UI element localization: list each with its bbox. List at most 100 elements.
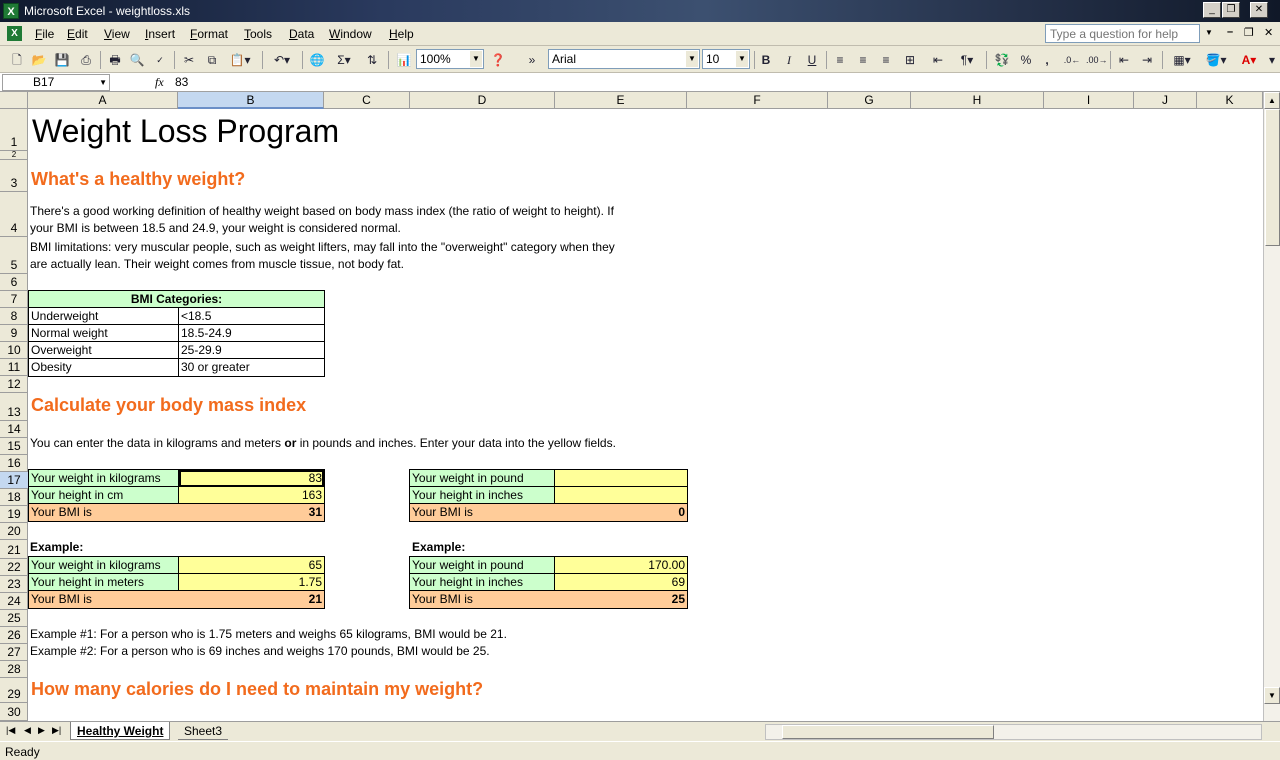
row-header[interactable]: 1 bbox=[0, 109, 28, 151]
example-bmi-value[interactable]: 25 bbox=[555, 591, 687, 608]
name-box[interactable]: B17 ▼ bbox=[2, 74, 110, 91]
example-bmi-value[interactable]: 21 bbox=[179, 591, 324, 608]
copy-icon[interactable]: ⧉ bbox=[203, 50, 221, 70]
example-weight-lb-label[interactable]: Your weight in pound bbox=[410, 557, 555, 574]
menu-tools[interactable]: Tools bbox=[244, 27, 272, 41]
sort-ascending-icon[interactable]: ⇅ bbox=[362, 50, 382, 70]
comma-style-icon[interactable]: , bbox=[1040, 50, 1054, 70]
column-header-d[interactable]: D bbox=[410, 92, 555, 109]
row-header[interactable]: 12 bbox=[0, 376, 28, 393]
paragraph-bmi-definition-2[interactable]: your BMI is between 18.5 and 24.9, your … bbox=[30, 221, 401, 235]
bmi-range-cell[interactable]: 30 or greater bbox=[179, 359, 324, 376]
example-height-m-label[interactable]: Your height in meters bbox=[29, 574, 179, 591]
save-icon[interactable]: 💾 bbox=[53, 50, 71, 70]
excel-app-icon[interactable]: X bbox=[3, 3, 19, 19]
row-header[interactable]: 7 bbox=[0, 291, 28, 308]
bmi-range-cell[interactable]: 25-29.9 bbox=[179, 342, 324, 359]
example-bmi-label[interactable]: Your BMI is bbox=[29, 591, 179, 608]
bmi-range-cell[interactable]: 18.5-24.9 bbox=[179, 325, 324, 342]
minimize-button[interactable]: _ bbox=[1203, 2, 1221, 18]
weight-lb-input[interactable] bbox=[555, 470, 687, 487]
height-in-label[interactable]: Your height in inches bbox=[410, 487, 555, 504]
align-left-icon[interactable]: ≡ bbox=[832, 50, 848, 70]
row-header[interactable]: 25 bbox=[0, 610, 28, 627]
bmi-result-value[interactable]: 31 bbox=[179, 504, 324, 521]
example-height-m-value[interactable]: 1.75 bbox=[179, 574, 324, 591]
bmi-result-value[interactable]: 0 bbox=[555, 504, 687, 521]
workbook-icon[interactable]: X bbox=[7, 26, 22, 41]
chevron-down-icon[interactable]: ▼ bbox=[686, 51, 698, 67]
row-header[interactable]: 11 bbox=[0, 359, 28, 376]
column-header-j[interactable]: J bbox=[1134, 92, 1197, 109]
column-header-f[interactable]: F bbox=[687, 92, 828, 109]
scroll-down-icon[interactable]: ▼ bbox=[1264, 687, 1280, 704]
column-header-g[interactable]: G bbox=[828, 92, 911, 109]
row-header[interactable]: 3 bbox=[0, 160, 28, 192]
decrease-indent-icon[interactable]: ⇤ bbox=[1115, 50, 1133, 70]
example-2-text[interactable]: Example #2: For a person who is 69 inche… bbox=[30, 644, 490, 658]
heading-calculate-bmi[interactable]: Calculate your body mass index bbox=[31, 395, 306, 416]
row-header[interactable]: 24 bbox=[0, 593, 28, 610]
percent-icon[interactable]: % bbox=[1017, 50, 1035, 70]
new-icon[interactable]: 🗋 bbox=[8, 50, 26, 70]
vertical-scroll-thumb[interactable] bbox=[1265, 109, 1280, 246]
row-header[interactable]: 13 bbox=[0, 393, 28, 421]
example-label[interactable]: Example: bbox=[412, 540, 465, 554]
increase-decimal-icon[interactable]: .0← bbox=[1062, 50, 1082, 70]
column-header-c[interactable]: C bbox=[324, 92, 410, 109]
doc-restore-icon[interactable]: ❐ bbox=[1244, 26, 1254, 39]
row-header[interactable]: 2 bbox=[0, 150, 28, 160]
toolbar-options-icon[interactable]: » bbox=[526, 50, 538, 70]
worksheet[interactable]: 1 2 3 4 5 6 7 8 9 10 11 12 13 14 15 16 1… bbox=[0, 109, 1263, 721]
chevron-down-icon[interactable]: ▼ bbox=[99, 75, 107, 90]
bmi-category-cell[interactable]: Overweight bbox=[29, 342, 179, 359]
row-header[interactable]: 14 bbox=[0, 421, 28, 438]
row-header[interactable]: 20 bbox=[0, 523, 28, 540]
paste-icon[interactable]: 📋▾ bbox=[226, 50, 254, 70]
scroll-up-icon[interactable]: ▲ bbox=[1264, 92, 1280, 109]
bmi-range-cell[interactable]: <18.5 bbox=[179, 308, 324, 325]
horizontal-scroll-thumb[interactable] bbox=[782, 725, 994, 739]
row-header[interactable]: 9 bbox=[0, 325, 28, 342]
heading-healthy-weight[interactable]: What's a healthy weight? bbox=[31, 169, 245, 190]
row-header[interactable]: 28 bbox=[0, 661, 28, 678]
row-header[interactable]: 6 bbox=[0, 274, 28, 291]
decrease-decimal-icon[interactable]: .00→ bbox=[1086, 50, 1108, 70]
first-sheet-icon[interactable]: |◀ bbox=[6, 725, 15, 736]
row-header[interactable]: 29 bbox=[0, 678, 28, 703]
menu-format[interactable]: Format bbox=[190, 27, 228, 41]
menu-view[interactable]: View bbox=[104, 27, 130, 41]
next-sheet-icon[interactable]: ▶ bbox=[38, 725, 45, 736]
row-header[interactable]: 19 bbox=[0, 506, 28, 523]
menu-data[interactable]: Data bbox=[289, 27, 314, 41]
toolbar-options-icon-2[interactable]: ▾ bbox=[1266, 50, 1278, 70]
example-1-text[interactable]: Example #1: For a person who is 1.75 met… bbox=[30, 627, 507, 641]
maximize-button[interactable]: ❐ bbox=[1222, 2, 1240, 18]
print-icon[interactable]: 🖶 bbox=[106, 50, 124, 70]
menu-insert[interactable]: Insert bbox=[145, 27, 175, 41]
column-header-k[interactable]: K bbox=[1197, 92, 1263, 109]
print-preview-icon[interactable]: 🔍 bbox=[128, 50, 146, 70]
column-header-h[interactable]: H bbox=[911, 92, 1044, 109]
prev-sheet-icon[interactable]: ◀ bbox=[24, 725, 31, 736]
fx-icon[interactable]: fx bbox=[155, 75, 164, 90]
rtl-icon[interactable]: ⇤ bbox=[930, 50, 946, 70]
hyperlink-icon[interactable]: 🌐 bbox=[308, 50, 326, 70]
weight-kg-label[interactable]: Your weight in kilograms bbox=[29, 470, 179, 487]
column-header-a[interactable]: A bbox=[28, 92, 178, 109]
font-combo[interactable]: Arial ▼ bbox=[548, 49, 700, 69]
chart-wizard-icon[interactable]: 📊 bbox=[394, 50, 414, 70]
italic-icon[interactable]: I bbox=[781, 50, 797, 70]
spelling-icon[interactable]: ✓ bbox=[151, 50, 169, 70]
row-header[interactable]: 16 bbox=[0, 455, 28, 472]
fill-color-icon[interactable]: 🪣▾ bbox=[1201, 50, 1231, 70]
bmi-category-cell[interactable]: Obesity bbox=[29, 359, 179, 376]
chevron-down-icon[interactable]: ▼ bbox=[470, 51, 482, 67]
example-weight-kg-value[interactable]: 65 bbox=[179, 557, 324, 574]
currency-icon[interactable]: 💱 bbox=[992, 50, 1012, 70]
weight-kg-input[interactable]: 83 bbox=[179, 470, 324, 487]
autosum-icon[interactable]: Σ▾ bbox=[330, 50, 358, 70]
row-header[interactable]: 21 bbox=[0, 540, 28, 559]
help-search-input[interactable] bbox=[1045, 24, 1200, 43]
row-header[interactable]: 5 bbox=[0, 237, 28, 274]
